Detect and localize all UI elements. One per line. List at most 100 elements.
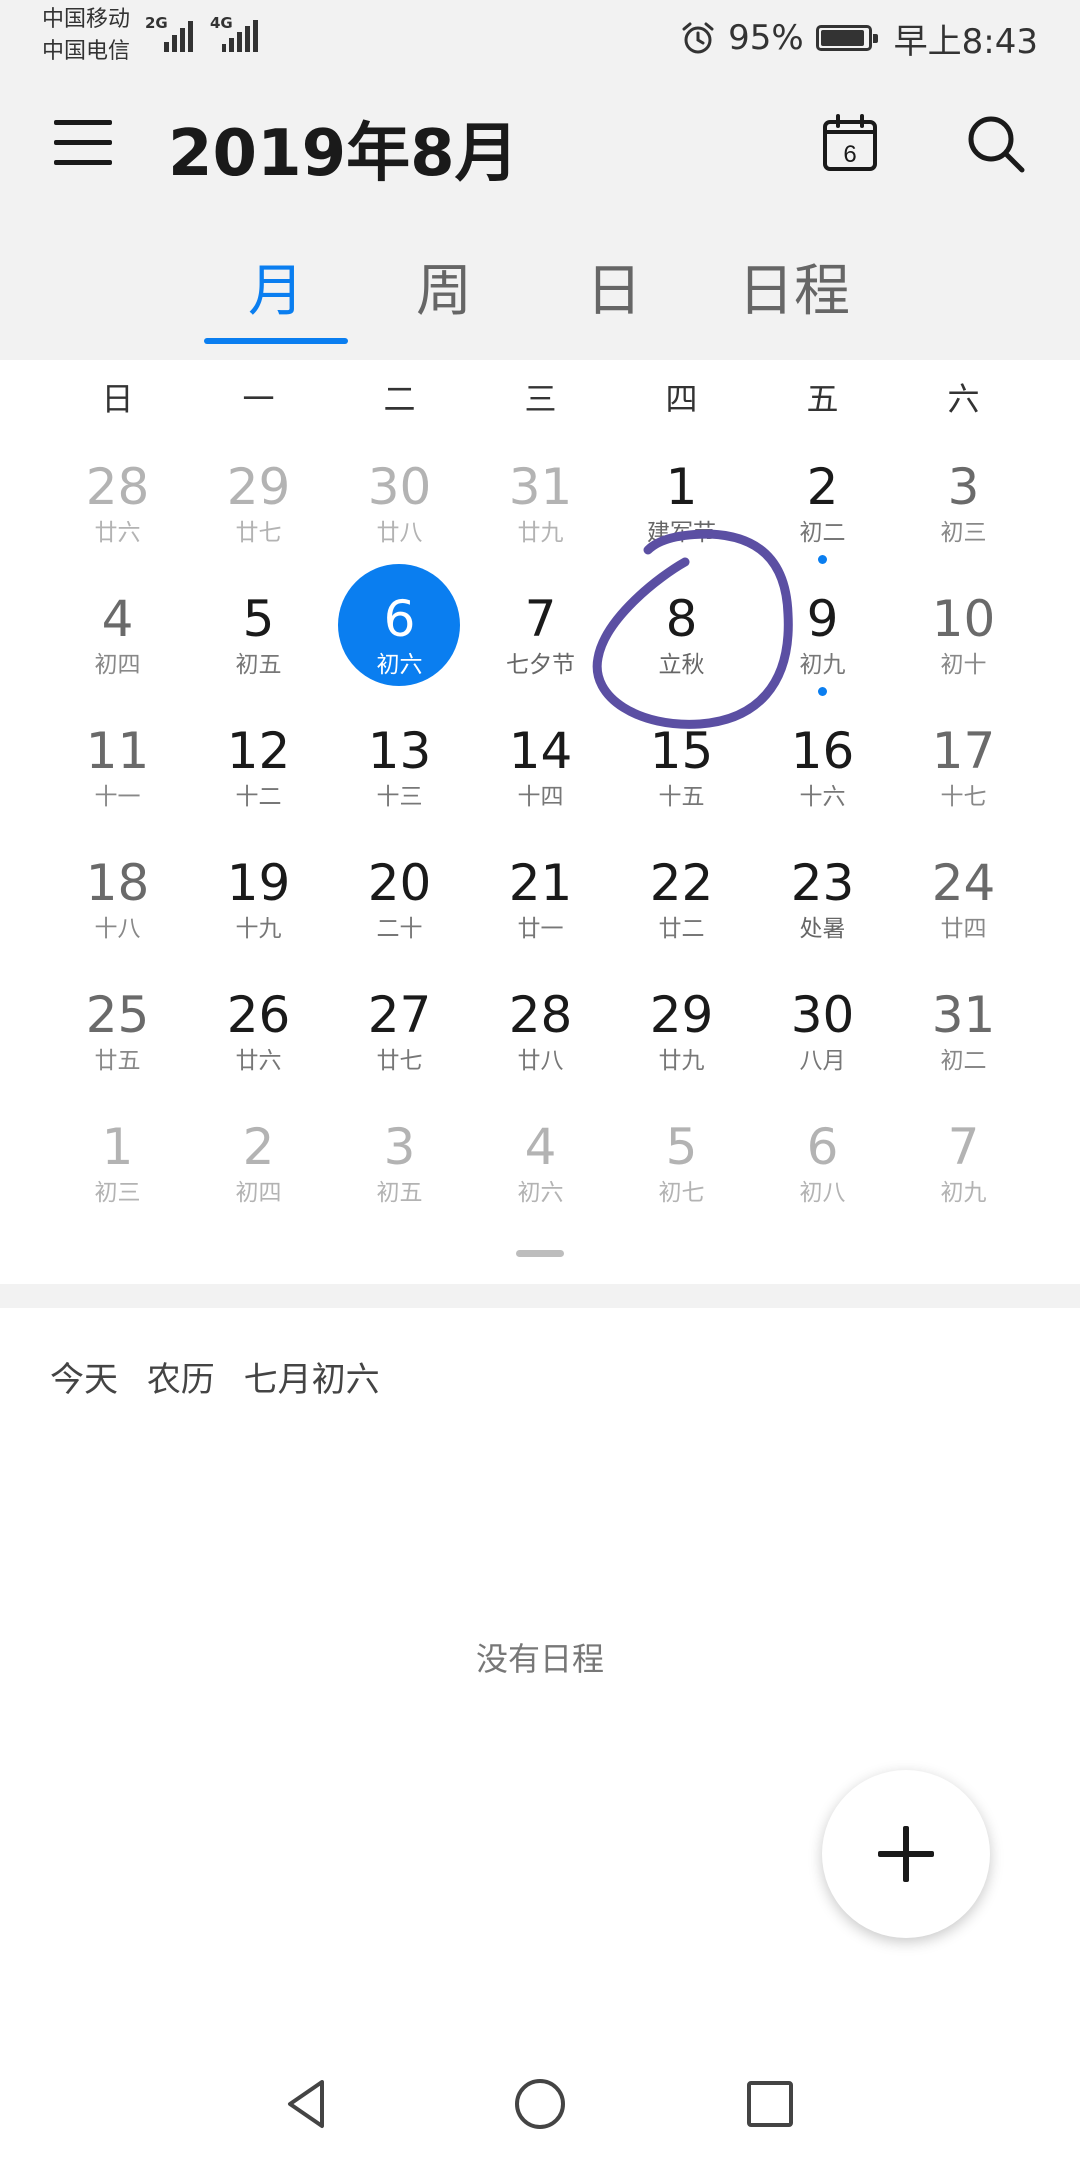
calendar-day[interactable]: 14 十四 xyxy=(470,708,611,840)
day-number: 10 xyxy=(931,590,996,648)
calendar-day[interactable]: 19 十九 xyxy=(188,840,329,972)
calendar-day[interactable]: 5 初七 xyxy=(611,1104,752,1236)
lunar-day-label: 初三 xyxy=(940,520,987,546)
day-number: 12 xyxy=(226,722,291,780)
calendar-day[interactable]: 1 建军节 xyxy=(611,444,752,576)
weekday-label: 五 xyxy=(806,380,839,418)
day-number: 3 xyxy=(947,458,980,516)
home-icon[interactable] xyxy=(508,2072,572,2136)
today-calendar-icon[interactable]: 6 xyxy=(822,114,878,172)
add-event-button[interactable] xyxy=(822,1770,990,1938)
lunar-day-label: 十八 xyxy=(94,916,141,942)
lunar-day-label: 初六 xyxy=(517,1180,564,1206)
calendar-day[interactable]: 2 初四 xyxy=(188,1104,329,1236)
calendar-day[interactable]: 23 处暑 xyxy=(752,840,893,972)
calendar-day-selected[interactable]: 6 初六 xyxy=(329,564,470,708)
calendar-day[interactable]: 3 初五 xyxy=(329,1104,470,1236)
lunar-day-label: 初四 xyxy=(235,1180,282,1206)
drag-handle[interactable] xyxy=(516,1250,564,1257)
calendar-day[interactable]: 17 十七 xyxy=(893,708,1034,840)
day-number: 23 xyxy=(790,854,855,912)
day-number: 5 xyxy=(665,1118,698,1176)
back-icon[interactable] xyxy=(276,2072,340,2136)
calendar-day[interactable]: 8 立秋 xyxy=(611,576,752,708)
day-number: 13 xyxy=(367,722,432,780)
lunar-day-label: 初九 xyxy=(799,652,846,678)
calendar-day[interactable]: 3 初三 xyxy=(893,444,1034,576)
lunar-day-label: 八月 xyxy=(799,1048,846,1074)
tab-month[interactable]: 月 xyxy=(238,246,314,327)
lunar-day-label: 初二 xyxy=(940,1048,987,1074)
weekday-label: 一 xyxy=(242,380,275,418)
calendar-day[interactable]: 30 廿八 xyxy=(329,444,470,576)
calendar-day[interactable]: 4 初六 xyxy=(470,1104,611,1236)
lunar-day-label: 立秋 xyxy=(658,652,705,678)
signal-icon xyxy=(164,14,193,52)
lunar-day-label: 廿九 xyxy=(658,1048,705,1074)
day-number: 7 xyxy=(524,590,557,648)
calendar-day[interactable]: 29 廿七 xyxy=(188,444,329,576)
lunar-day-label: 初六 xyxy=(376,652,423,678)
calendar-day[interactable]: 7 初九 xyxy=(893,1104,1034,1236)
signal-icon xyxy=(222,14,258,52)
calendar-day[interactable]: 31 廿九 xyxy=(470,444,611,576)
lunar-day-label: 初五 xyxy=(376,1180,423,1206)
calendar-day[interactable]: 1 初三 xyxy=(47,1104,188,1236)
calendar-day[interactable]: 9 初九 xyxy=(752,576,893,708)
calendar-day[interactable]: 29 廿九 xyxy=(611,972,752,1104)
calendar-day[interactable]: 18 十八 xyxy=(47,840,188,972)
calendar-day[interactable]: 20 二十 xyxy=(329,840,470,972)
calendar-day[interactable]: 28 廿八 xyxy=(470,972,611,1104)
clock-time: 早上8:43 xyxy=(893,21,1038,62)
calendar-day[interactable]: 4 初四 xyxy=(47,576,188,708)
lunar-date: 七月初六 xyxy=(243,1360,380,1400)
calendar-day[interactable]: 12 十二 xyxy=(188,708,329,840)
calendar-day[interactable]: 15 十五 xyxy=(611,708,752,840)
status-bar: 中国移动 中国电信 2G 4G 95% 早上8:43 xyxy=(0,0,1080,76)
calendar-day[interactable]: 7 七夕节 xyxy=(470,576,611,708)
calendar-day[interactable]: 10 初十 xyxy=(893,576,1034,708)
day-number: 6 xyxy=(806,1118,839,1176)
day-number: 3 xyxy=(383,1118,416,1176)
calendar-day[interactable]: 16 十六 xyxy=(752,708,893,840)
calendar-day[interactable]: 2 初二 xyxy=(752,444,893,576)
active-tab-indicator xyxy=(204,338,348,344)
day-number: 20 xyxy=(367,854,432,912)
calendar-day[interactable]: 28 廿六 xyxy=(47,444,188,576)
calendar-day[interactable]: 11 十一 xyxy=(47,708,188,840)
day-number: 25 xyxy=(85,986,150,1044)
calendar-day[interactable]: 22 廿二 xyxy=(611,840,752,972)
search-icon[interactable] xyxy=(966,114,1026,174)
today-summary: 今天 农历 七月初六 xyxy=(50,1352,398,1401)
calendar-day[interactable]: 6 初八 xyxy=(752,1104,893,1236)
day-number: 9 xyxy=(806,590,839,648)
day-number: 6 xyxy=(383,590,416,648)
calendar-day[interactable]: 21 廿一 xyxy=(470,840,611,972)
battery-percent: 95% xyxy=(728,18,804,58)
day-number: 8 xyxy=(665,590,698,648)
today-icon-day: 6 xyxy=(843,141,856,168)
alarm-icon xyxy=(682,22,714,54)
lunar-day-label: 廿九 xyxy=(517,520,564,546)
lunar-day-label: 初五 xyxy=(235,652,282,678)
calendar-day[interactable]: 24 廿四 xyxy=(893,840,1034,972)
tab-week[interactable]: 周 xyxy=(406,246,482,327)
calendar-day[interactable]: 25 廿五 xyxy=(47,972,188,1104)
today-label: 今天 xyxy=(50,1360,118,1400)
recents-icon[interactable] xyxy=(738,2072,802,2136)
system-nav-bar xyxy=(0,2050,1080,2160)
calendar-day[interactable]: 31 初二 xyxy=(893,972,1034,1104)
calendar-day[interactable]: 30 八月 xyxy=(752,972,893,1104)
calendar-day[interactable]: 27 廿七 xyxy=(329,972,470,1104)
day-number: 30 xyxy=(790,986,855,1044)
lunar-label: 农历 xyxy=(146,1360,215,1400)
calendar-day[interactable]: 13 十三 xyxy=(329,708,470,840)
tab-day[interactable]: 日 xyxy=(576,246,652,327)
calendar-day[interactable]: 26 廿六 xyxy=(188,972,329,1104)
lunar-day-label: 初二 xyxy=(799,520,846,546)
tab-schedule[interactable]: 日程 xyxy=(734,246,854,327)
lunar-day-label: 十四 xyxy=(517,784,564,810)
calendar-day[interactable]: 5 初五 xyxy=(188,576,329,708)
carrier-1-name: 中国移动 xyxy=(42,7,131,32)
menu-icon[interactable] xyxy=(54,120,114,166)
